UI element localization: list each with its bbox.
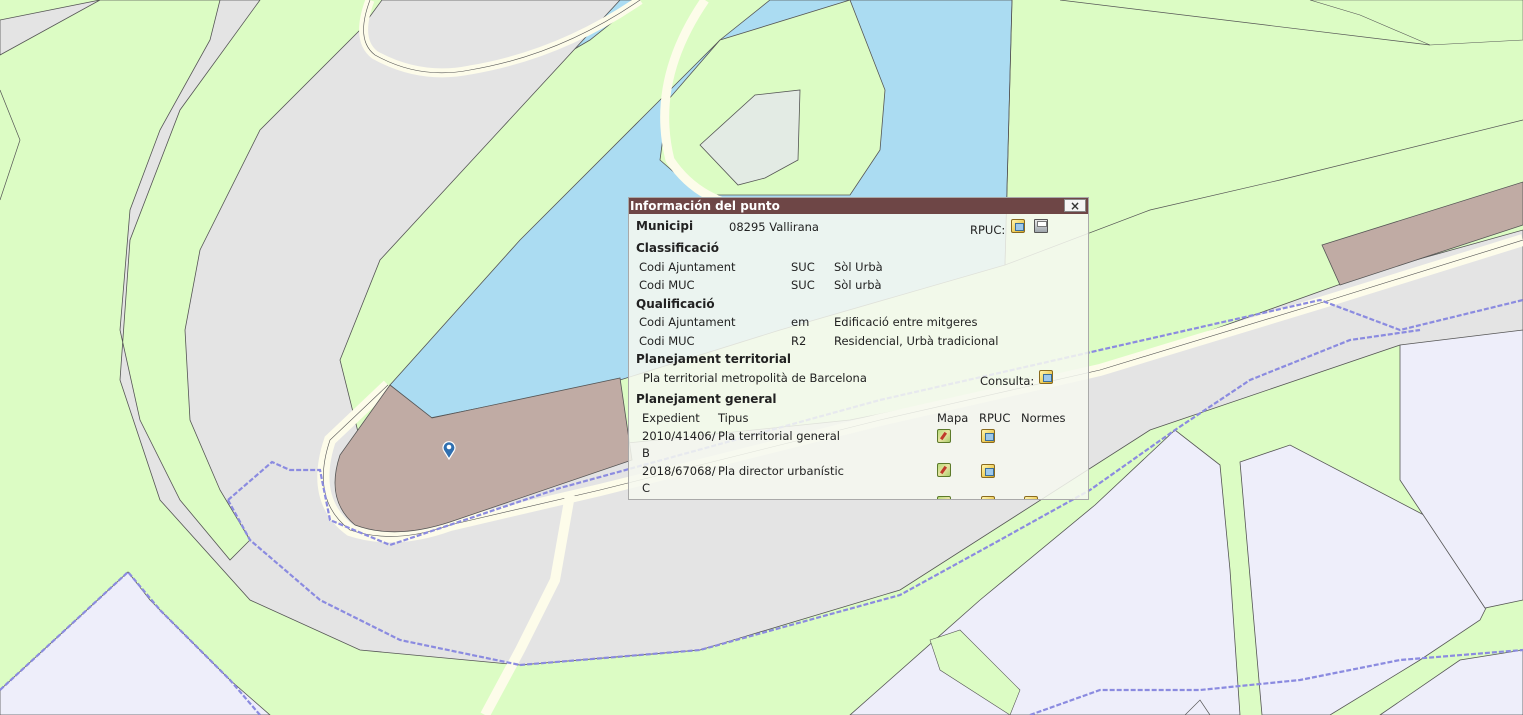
qualificacio-row-label: Codi Ajuntament <box>639 315 736 329</box>
header-mapa: Mapa <box>937 411 969 425</box>
plan-map-icon[interactable] <box>937 429 951 443</box>
header-rpuc: RPUC <box>979 411 1011 425</box>
plan-row-tipus: Pla director urbanístic <box>718 464 844 478</box>
plan-row-suffix: C <box>642 481 651 495</box>
classificacio-row-code: SUC <box>791 278 815 292</box>
classificacio-title: Classificació <box>636 241 719 255</box>
qualificacio-row-label: Codi MUC <box>639 334 695 348</box>
qualificacio-title: Qualificació <box>636 297 715 311</box>
plan-map-icon[interactable] <box>937 463 951 477</box>
plan-row-expedient: 2010/41406/ <box>642 429 716 443</box>
planejament-territorial-title: Planejament territorial <box>636 352 792 366</box>
plan-normes-icon[interactable] <box>1024 496 1038 499</box>
qualificacio-row-desc: Residencial, Urbà tradicional <box>834 334 999 348</box>
consulta-label: Consulta: <box>980 374 1035 388</box>
print-icon[interactable] <box>1034 219 1048 233</box>
plan-rpuc-icon[interactable] <box>981 464 995 478</box>
municipi-value: 08295 Vallirana <box>729 220 819 234</box>
header-expedient: Expedient <box>642 411 700 425</box>
qualificacio-row-code: em <box>791 315 810 329</box>
planejament-general-title: Planejament general <box>636 392 777 406</box>
classificacio-row-desc: Sòl urbà <box>834 278 882 292</box>
rpuc-document-icon[interactable] <box>1011 219 1025 233</box>
plan-rpuc-icon[interactable] <box>981 496 995 499</box>
plan-rpuc-icon[interactable] <box>981 429 995 443</box>
classificacio-row-label: Codi MUC <box>639 278 695 292</box>
classificacio-row-label: Codi Ajuntament <box>639 260 736 274</box>
qualificacio-row-code: R2 <box>791 334 807 348</box>
plan-row-suffix: B <box>642 446 650 460</box>
point-info-popup: Información del punto × Municipi 08295 V… <box>628 197 1089 500</box>
territorial-plan-name: Pla territorial metropolità de Barcelona <box>643 371 867 385</box>
plan-row-tipus: Pla territorial general <box>718 429 840 443</box>
plan-map-icon[interactable] <box>937 496 951 499</box>
rpuc-label: RPUC: <box>970 223 1006 237</box>
qualificacio-row-desc: Edificació entre mitgeres <box>834 315 978 329</box>
classificacio-row-desc: Sòl Urbà <box>834 260 883 274</box>
header-normes: Normes <box>1021 411 1066 425</box>
header-tipus: Tipus <box>718 411 749 425</box>
popup-header: Información del punto × <box>629 198 1088 214</box>
consulta-document-icon[interactable] <box>1039 370 1053 384</box>
close-button[interactable]: × <box>1064 199 1086 212</box>
plan-row-expedient: 2018/67068/ <box>642 464 716 478</box>
popup-title: Información del punto <box>630 199 780 213</box>
map-pin-icon[interactable] <box>442 440 456 460</box>
municipi-label: Municipi <box>636 219 694 233</box>
classificacio-row-code: SUC <box>791 260 815 274</box>
